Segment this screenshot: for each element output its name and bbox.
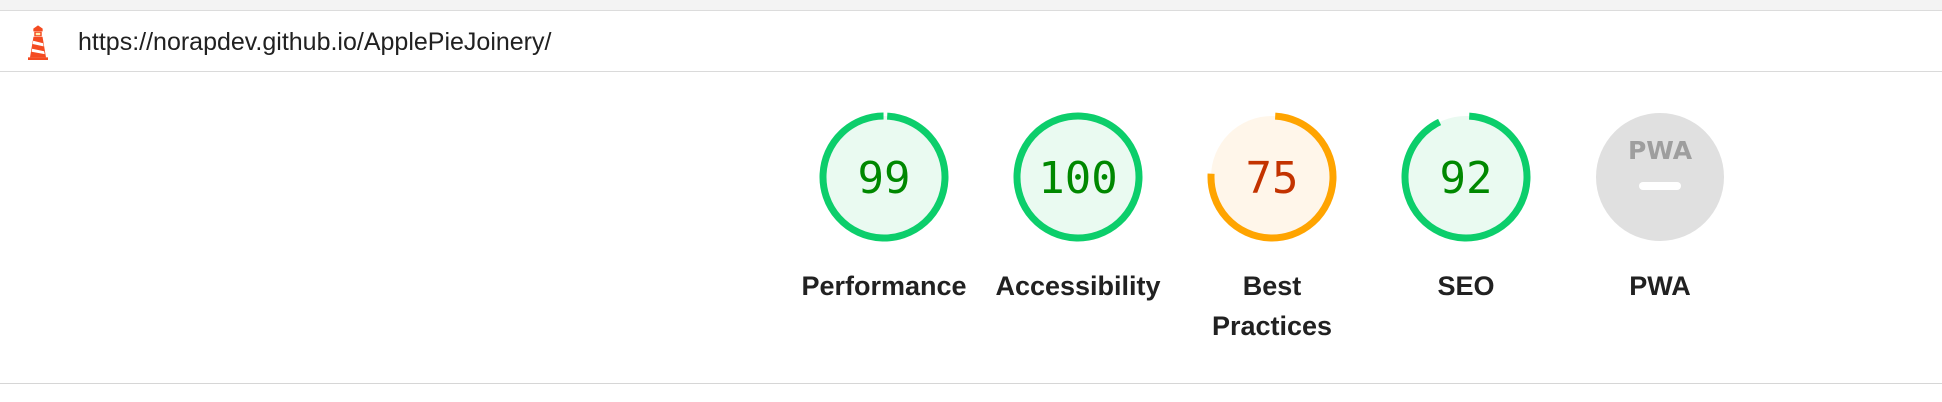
gauge-score: 75 — [1246, 153, 1299, 204]
performance-score-gauge: 99 — [819, 112, 949, 242]
gauge-label: Accessibility — [995, 271, 1161, 301]
gauge-best-practices[interactable]: 75 Best Practices — [1185, 112, 1359, 346]
minus-icon — [1639, 182, 1681, 190]
gauge-score: 100 — [1038, 153, 1117, 204]
gauge-label: PWA — [1629, 271, 1691, 301]
gauge-score: 92 — [1440, 153, 1493, 204]
lighthouse-icon — [28, 25, 48, 60]
accessibility-score-gauge: 100 — [1013, 112, 1143, 242]
report-url: https://norapdev.github.io/ApplePieJoine… — [78, 28, 552, 56]
category-gauges: 99 Performance 100 Accessibility 75 Best… — [0, 112, 1942, 372]
gauge-performance[interactable]: 99 Performance — [797, 112, 971, 306]
lighthouse-report: https://norapdev.github.io/ApplePieJoine… — [0, 0, 1942, 402]
seo-score-gauge: 92 — [1401, 112, 1531, 242]
report-header: https://norapdev.github.io/ApplePieJoine… — [0, 11, 1942, 72]
gauge-seo[interactable]: 92 SEO — [1379, 112, 1553, 306]
gauge-score: 99 — [858, 153, 911, 204]
gauge-label: Performance — [801, 271, 967, 301]
gauge-accessibility[interactable]: 100 Accessibility — [991, 112, 1165, 306]
pwa-logo: PWA — [1628, 136, 1693, 165]
gauge-label: SEO — [1437, 271, 1495, 301]
divider — [0, 383, 1942, 384]
top-strip — [0, 0, 1942, 11]
gauge-pwa[interactable]: PWA PWA — [1573, 112, 1747, 306]
best-practices-score-gauge: 75 — [1207, 112, 1337, 242]
pwa-badge-background — [1596, 113, 1724, 241]
pwa-badge-gauge: PWA — [1596, 113, 1724, 241]
gauge-label: Best Practices — [1211, 271, 1333, 341]
